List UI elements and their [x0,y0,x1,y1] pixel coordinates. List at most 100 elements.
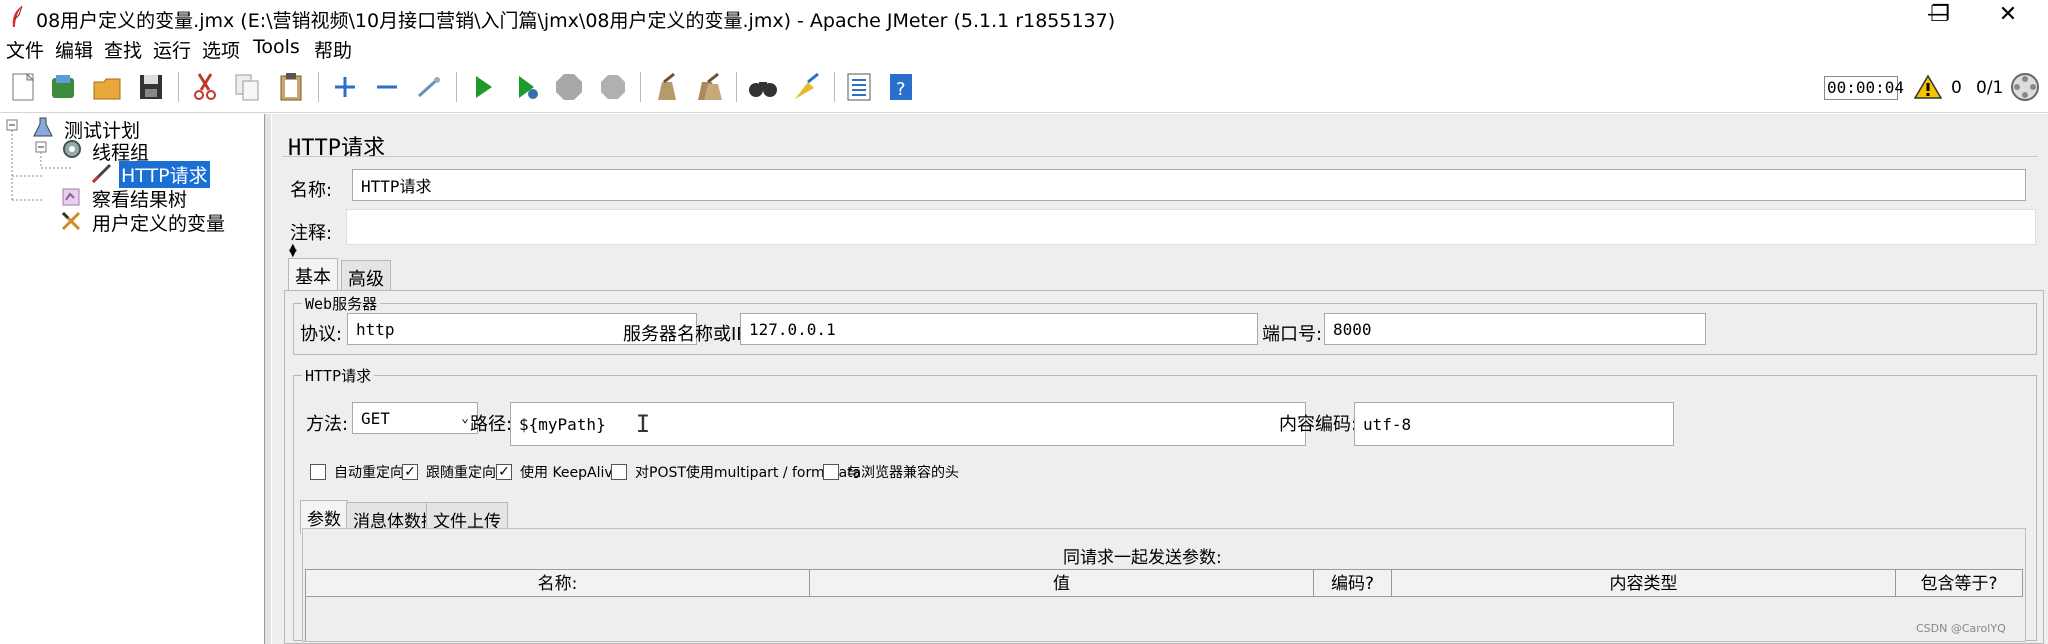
port-label: 端口号: [1262,324,1323,345]
user-vars-icon [60,210,84,237]
protocol-value: http [356,319,395,339]
stop-icon[interactable] [552,70,586,104]
method-label: 方法: [306,414,349,435]
results-tree-icon [60,186,84,213]
toolbar-separator [456,72,457,102]
port-value: 8000 [1333,319,1372,339]
params-caption: 同请求一起发送参数: [1063,548,1222,568]
text-cursor-icon: I [635,410,651,438]
split-pane-divider[interactable] [265,114,271,644]
menu-file[interactable]: 文件 [6,36,44,63]
column-header-value[interactable]: 值 [810,570,1314,598]
title-bar: 08用户定义的变量.jmx (E:\营销视频\10月接口营销\入门篇\jmx\0… [0,0,2048,34]
expand-icon[interactable] [328,70,362,104]
checkbox-box[interactable] [310,464,326,480]
checkbox-box[interactable] [823,464,839,480]
toolbar: ? 00:00:04 0 0/1 [0,64,2048,113]
menu-options[interactable]: 选项 [202,36,240,63]
checkbox-browser-compatible-headers[interactable]: 与浏览器兼容的头 [823,462,959,482]
checkbox-label: 与浏览器兼容的头 [847,465,959,481]
checkbox-keepalive[interactable]: ✓ 使用 KeepAlive [496,462,621,482]
thread-group-icon [60,138,84,165]
help-icon[interactable]: ? [884,70,918,104]
toolbar-separator [178,72,179,102]
templates-icon[interactable] [46,70,80,104]
toolbar-separator [736,72,737,102]
encoding-value: utf-8 [1363,414,1412,434]
toggle-icon[interactable] [412,70,446,104]
method-select[interactable]: GET ⌄ [352,402,478,434]
tree-item-http-request[interactable]: HTTP请求 [119,161,210,188]
new-icon[interactable] [6,70,40,104]
path-field[interactable]: ${myPath} I [510,402,1306,446]
checkbox-label: 使用 KeepAlive [520,465,622,481]
port-field[interactable]: 8000 [1324,313,1706,345]
comment-resize-arrows-icon[interactable]: ▲ ▼ [289,243,297,259]
web-server-title: Web服务器 [302,293,381,314]
http-request-title: HTTP请求 [302,365,375,386]
clear-icon[interactable] [650,70,684,104]
checkbox-label: 跟随重定向 [426,465,496,481]
warning-icon[interactable] [1913,74,1943,105]
tree-item-user-defined-variables[interactable]: 用户定义的变量 [92,209,225,236]
app-feather-icon [8,5,26,34]
protocol-label: 协议: [300,324,343,345]
watermark: CSDN @CarolYQ [1916,622,2006,635]
save-icon[interactable] [134,70,168,104]
cut-icon[interactable] [188,70,222,104]
copy-icon[interactable] [230,70,264,104]
paste-icon[interactable] [274,70,308,104]
comment-field[interactable] [346,209,2036,245]
menu-edit[interactable]: 编辑 [55,36,93,63]
start-icon[interactable] [466,70,500,104]
checkbox-box[interactable]: ✓ [496,464,512,480]
svg-text:?: ? [896,79,906,100]
name-label: 名称: [290,180,333,201]
checkbox-box[interactable]: ✓ [402,464,418,480]
search-icon[interactable] [746,70,780,104]
test-plan-tree: 测试计划 线程组 HTTP请求 察看结果树 用户定义的变量 [0,114,265,644]
column-header-name[interactable]: 名称: [306,570,810,598]
params-table-header: 名称: 值 编码? 内容类型 包含等于? [305,569,2023,598]
close-button[interactable]: ✕ [1980,0,2036,34]
params-table-body[interactable] [305,597,2024,641]
thread-count: 0/1 [1976,78,2004,98]
tab-basic[interactable]: 基本 [288,258,338,293]
chevron-down-icon: ⌄ [461,410,469,426]
maximize-button[interactable]: ❐ [1912,0,1968,34]
column-header-encode[interactable]: 编码? [1314,570,1392,598]
tree-item-view-results-tree[interactable]: 察看结果树 [92,185,187,212]
menu-tools[interactable]: Tools [253,36,300,58]
function-helper-icon[interactable] [842,70,876,104]
method-value: GET [361,408,390,428]
name-value: HTTP请求 [361,177,432,196]
web-server-group: Web服务器 协议: http 服务器名称或IP: 127.0.0.1 端口号:… [293,293,2037,355]
checkbox-auto-redirect[interactable]: 自动重定向 [310,462,404,482]
parameters-table-panel: 同请求一起发送参数: 名称: 值 编码? 内容类型 包含等于? [302,528,2026,642]
start-no-pause-icon[interactable] [510,70,544,104]
open-icon[interactable] [90,70,124,104]
menu-help[interactable]: 帮助 [314,36,352,63]
reset-search-icon[interactable] [790,70,824,104]
encoding-field[interactable]: utf-8 [1354,402,1674,446]
checkbox-label: 自动重定向 [334,465,404,481]
activity-indicator-icon [2010,72,2040,107]
column-header-content-type[interactable]: 内容类型 [1392,570,1896,598]
encoding-label: 内容编码: [1279,414,1358,435]
basic-tab-content: Web服务器 协议: http 服务器名称或IP: 127.0.0.1 端口号:… [284,290,2044,644]
shutdown-icon[interactable] [596,70,630,104]
toolbar-separator [834,72,835,102]
clear-all-icon[interactable] [692,70,726,104]
checkbox-follow-redirects[interactable]: ✓ 跟随重定向 [402,462,496,482]
menu-search[interactable]: 查找 [104,36,142,63]
elapsed-timer: 00:00:04 [1824,76,1904,100]
collapse-icon[interactable] [370,70,404,104]
http-request-group: HTTP请求 方法: GET ⌄ 路径: ${myPath} I 内容编码: u… [293,365,2037,642]
name-field[interactable]: HTTP请求 [352,169,2026,201]
server-value: 127.0.0.1 [749,319,836,339]
server-field[interactable]: 127.0.0.1 [740,313,1258,345]
checkbox-box[interactable] [611,464,627,480]
menu-run[interactable]: 运行 [153,36,191,63]
menu-bar: 文件 编辑 查找 运行 选项 Tools 帮助 [0,34,2048,62]
column-header-include-equals[interactable]: 包含等于? [1896,570,2022,598]
